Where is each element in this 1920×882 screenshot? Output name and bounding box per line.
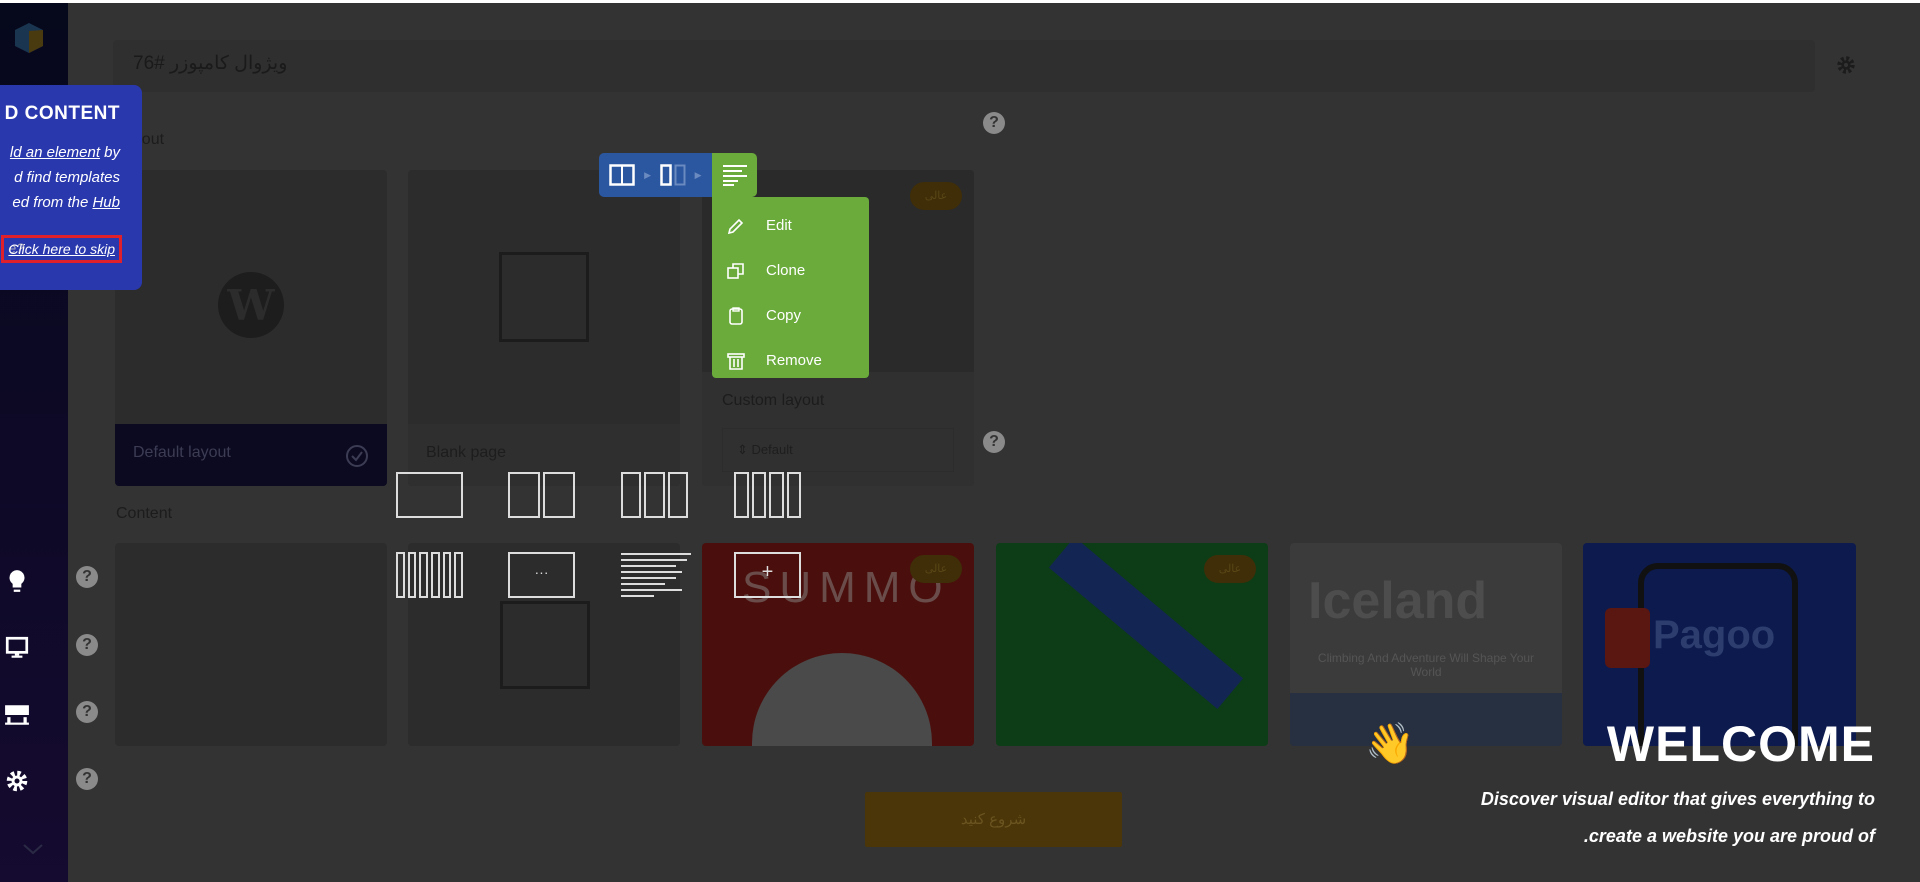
menu-item-remove[interactable]: Remove [712,338,869,383]
waving-hand-icon: 👋 [1365,722,1415,766]
desktop-icon[interactable] [4,635,30,661]
start-button[interactable]: شروع کنید [865,792,1122,847]
layout-1-col-icon[interactable] [396,472,463,518]
layout-6-col-icon[interactable] [396,552,464,598]
breadcrumb-arrow-icon: ▶ [644,169,652,180]
tour-popup: D CONTENT ld an element by d find templa… [0,85,142,290]
welcome-panel: WELCOME Discover visual editor that give… [1481,715,1875,855]
help-icon[interactable]: ? [76,701,98,723]
tour-line: d find templates [14,169,120,186]
logo-icon [15,23,43,53]
context-menu: Edit Clone Copy Remove [712,197,869,378]
svg-text:W: W [226,281,275,330]
help-icon[interactable]: ? [76,566,98,588]
welcome-line: .create a website you are proud of [1583,826,1875,846]
element-toolbar: ▶ ▶ [599,153,757,197]
pencil-icon [727,218,744,234]
blank-page-icon [499,252,589,342]
column-icon[interactable] [660,164,686,186]
top-bar [0,0,1920,3]
clone-icon [727,262,744,279]
gear-icon[interactable] [1835,54,1857,76]
skip-tour-link[interactable]: Click here to skip [1,235,122,263]
template-subtitle: Climbing And Adventure Will Shape Your W… [1317,651,1535,679]
add-element-icon[interactable]: + [734,552,801,598]
menu-item-edit[interactable]: Edit [712,203,869,248]
badge: عالی [910,555,962,583]
chevron-down-icon[interactable] [22,841,44,857]
layout-3-col-icon[interactable] [621,472,688,518]
template-title: Pagoo [1653,613,1776,657]
layout-4-col-icon[interactable] [734,472,801,518]
text-layout-icon[interactable] [621,552,691,598]
menu-item-label: Edit [766,217,792,234]
select-value: Default [751,442,793,457]
welcome-text: Discover visual editor that gives everyt… [1481,781,1875,855]
menu-item-label: Copy [766,307,802,324]
trash-icon [727,352,745,370]
hub-link[interactable]: Hub [92,194,120,211]
badge: عالی [910,182,962,210]
settings-gear-icon[interactable] [4,768,30,794]
check-circle-icon [346,445,368,467]
tour-title: D CONTENT [4,103,120,124]
layout-card-label: Custom layout [722,392,825,409]
help-icon[interactable]: ? [983,431,1005,453]
template-card-blank[interactable] [115,543,387,746]
help-icon[interactable]: ? [983,112,1005,134]
layout-card-default[interactable]: W Default layout [115,170,387,486]
welcome-line: Discover visual editor that gives everyt… [1480,789,1875,809]
tour-body: ld an element by d find templates ed fro… [9,144,120,211]
layout-card-blank[interactable]: Blank page [408,170,680,486]
menu-item-copy[interactable]: Copy [712,293,869,338]
menu-item-label: Remove [766,352,822,369]
custom-layout-icon[interactable]: ··· [508,552,575,598]
layout-icon[interactable] [4,702,30,728]
welcome-title: WELCOME [1606,716,1875,772]
template-title: Iceland [1308,572,1488,630]
wordpress-logo-icon: W [218,272,284,338]
lightbulb-icon[interactable] [4,568,30,594]
badge: عالی [1204,555,1256,583]
clipboard-icon [729,306,743,325]
menu-item-label: Clone [766,262,806,279]
menu-item-clone[interactable]: Clone [712,248,869,293]
add-element-link[interactable]: ld an element [10,144,100,161]
template-card-green[interactable]: عالی [996,543,1268,746]
custom-layout-select[interactable]: ⇕ Default [722,428,954,472]
content-section-label: Content [116,505,173,522]
page-title-input[interactable]: ویژوال کامپوزر #76 [113,40,1815,92]
text-block-icon[interactable] [722,164,748,186]
help-icon[interactable]: ? [76,634,98,656]
row-icon[interactable] [609,164,636,186]
breadcrumb-arrow-icon: ▶ [694,169,702,180]
layout-2-col-icon[interactable] [508,472,575,518]
help-icon[interactable]: ? [76,768,98,790]
